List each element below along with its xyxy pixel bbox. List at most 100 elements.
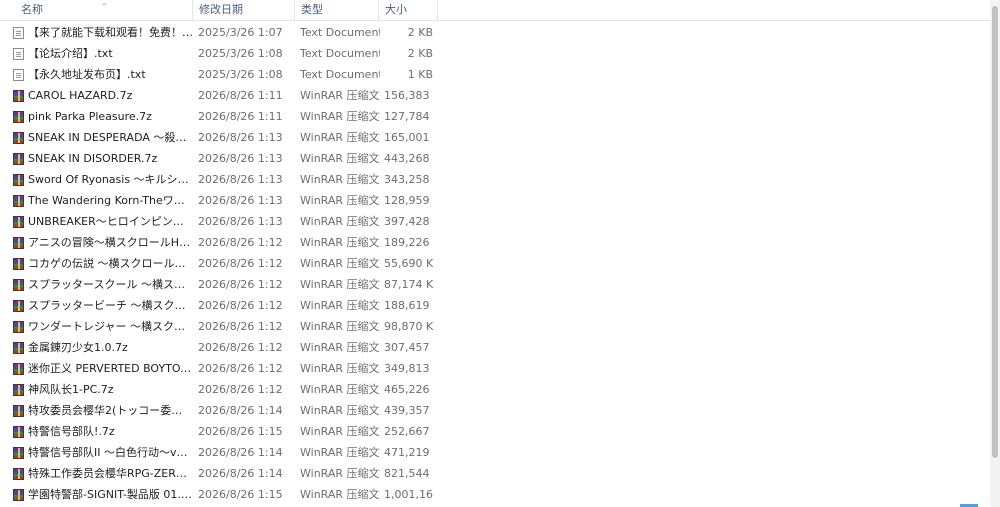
file-type: WinRAR 压缩文件 xyxy=(300,215,380,228)
file-name-cell[interactable]: 【来了就能下载和观看！免费！】.txt xyxy=(13,22,193,43)
file-name-cell[interactable]: 特警信号部队!.7z xyxy=(13,421,193,442)
file-row[interactable]: The Wandering Korn-Theワンダリン... 2026/8/26 … xyxy=(0,190,990,211)
file-name: 特殊工作委员会樱华RPG-ZERO.7z xyxy=(28,467,193,480)
file-size: 2 KB xyxy=(407,26,433,39)
winrar-archive-icon xyxy=(13,425,24,438)
file-name-cell[interactable]: 特攻委员会樱华2(トッコー委員会オウカ... xyxy=(13,400,193,421)
file-type: WinRAR 压缩文件 xyxy=(300,404,380,417)
file-date: 2026/8/26 1:15 xyxy=(198,488,283,501)
file-type: WinRAR 压缩文件 xyxy=(300,425,380,438)
file-row[interactable]: コカゲの伝説 ～横スクロールHアクシ... 2026/8/26 1:12 WinRA… xyxy=(0,253,990,274)
column-header-date[interactable]: 修改日期 xyxy=(193,0,295,20)
column-header-date-label: 修改日期 xyxy=(199,3,243,16)
file-size: 2 KB xyxy=(407,47,433,60)
text-file-icon xyxy=(13,68,24,81)
sort-ascending-icon: ^ xyxy=(101,2,108,11)
file-name-cell[interactable]: 迷你正义 PERVERTED BOYTOY ～タイ... xyxy=(13,358,193,379)
file-type: WinRAR 压缩文件 xyxy=(300,110,380,123)
column-header-name[interactable]: 名称 ^ xyxy=(0,0,193,20)
file-row[interactable]: スプラッタースクール ～横スクロール... 2026/8/26 1:12 WinRA… xyxy=(0,274,990,295)
file-name: UNBREAKER～ヒロインピンチベルトア... xyxy=(28,215,193,228)
file-type: WinRAR 压缩文件 xyxy=(300,173,380,186)
file-row[interactable]: 特殊工作委员会樱华RPG-ZERO.7z 2026/8/26 1:14 WinRAR… xyxy=(0,463,990,484)
column-header-name-label: 名称 xyxy=(21,3,43,16)
file-size: 1 KB xyxy=(407,68,433,81)
file-name-cell[interactable]: 特警信号部队II ～白色行动～v1.0.7.7z xyxy=(13,442,193,463)
file-date: 2026/8/26 1:13 xyxy=(198,131,283,144)
file-size: 165,001 KB xyxy=(384,131,433,144)
file-name-cell[interactable]: 【论坛介绍】.txt xyxy=(13,43,193,64)
scrollbar-thumb[interactable] xyxy=(992,6,998,458)
file-row[interactable]: 特攻委员会樱华2(トッコー委員会オウカ... 2026/8/26 1:14 WinR… xyxy=(0,400,990,421)
file-name-cell[interactable]: SNEAK IN DESPERADA ～殺し屋少女... xyxy=(13,127,193,148)
file-size: 87,174 KB xyxy=(384,278,433,291)
file-row[interactable]: 迷你正义 PERVERTED BOYTOY ～タイ... 2026/8/26 1:… xyxy=(0,358,990,379)
file-size: 465,226 KB xyxy=(384,383,433,396)
winrar-archive-icon xyxy=(13,467,24,480)
file-name: SNEAK IN DESPERADA ～殺し屋少女... xyxy=(28,131,193,144)
file-name-cell[interactable]: ワンダートレジャー ～横スクロールエ... xyxy=(13,316,193,337)
file-name-cell[interactable]: 特殊工作委员会樱华RPG-ZERO.7z xyxy=(13,463,193,484)
file-name-cell[interactable]: 学園特警部-SIGNIT-製品版 01.3.7z xyxy=(13,484,193,505)
file-size: 128,959 KB xyxy=(384,194,433,207)
file-row[interactable]: スプラッタービーチ ～横スクロールエ... 2026/8/26 1:12 WinRA… xyxy=(0,295,990,316)
file-date: 2025/3/26 1:08 xyxy=(198,68,283,81)
file-name-cell[interactable]: コカゲの伝説 ～横スクロールHアクシ... xyxy=(13,253,193,274)
file-row[interactable]: 【论坛介绍】.txt 2025/3/26 1:08 Text Document 2 K… xyxy=(0,43,990,64)
file-row[interactable]: 学園特警部-SIGNIT-製品版 01.3.7z 2026/8/26 1:15 Wi… xyxy=(0,484,990,505)
file-row[interactable]: 【永久地址发布页】.txt 2025/3/26 1:08 Text Document… xyxy=(0,64,990,85)
file-row[interactable]: SNEAK IN DESPERADA ～殺し屋少女... 2026/8/26 1:… xyxy=(0,127,990,148)
file-row[interactable]: pink Parka Pleasure.7z 2026/8/26 1:11 WinR… xyxy=(0,106,990,127)
column-header-type[interactable]: 类型 xyxy=(295,0,379,20)
file-type: WinRAR 压缩文件 xyxy=(300,131,380,144)
file-name-cell[interactable]: The Wandering Korn-Theワンダリン... xyxy=(13,190,193,211)
file-name-cell[interactable]: Sword Of Ryonasis ～キルシュと淫獄... xyxy=(13,169,193,190)
file-row[interactable]: CAROL HAZARD.7z 2026/8/26 1:11 WinRAR 压缩文件… xyxy=(0,85,990,106)
file-name-cell[interactable]: スプラッタースクール ～横スクロール... xyxy=(13,274,193,295)
file-date: 2026/8/26 1:15 xyxy=(198,425,283,438)
file-name-cell[interactable]: スプラッタービーチ ～横スクロールエ... xyxy=(13,295,193,316)
file-name-cell[interactable]: アニスの冒険～横スクロールHアクショ... xyxy=(13,232,193,253)
file-name: スプラッタースクール ～横スクロール... xyxy=(28,278,193,291)
file-row[interactable]: 特警信号部队!.7z 2026/8/26 1:15 WinRAR 压缩文件 252,6… xyxy=(0,421,990,442)
column-header-size[interactable]: 大小 xyxy=(379,0,438,20)
file-type: Text Document xyxy=(300,47,380,60)
file-date: 2026/8/26 1:12 xyxy=(198,236,283,249)
file-row[interactable]: SNEAK IN DISORDER.7z 2026/8/26 1:13 WinRAR… xyxy=(0,148,990,169)
file-name-cell[interactable]: 【永久地址发布页】.txt xyxy=(13,64,193,85)
vertical-scrollbar[interactable] xyxy=(990,0,1000,507)
file-row[interactable]: ワンダートレジャー ～横スクロールエ... 2026/8/26 1:12 WinRA… xyxy=(0,316,990,337)
file-row[interactable]: アニスの冒険～横スクロールHアクショ... 2026/8/26 1:12 WinRA… xyxy=(0,232,990,253)
file-row[interactable]: UNBREAKER～ヒロインピンチベルトア... 2026/8/26 1:13 Wi… xyxy=(0,211,990,232)
file-name: アニスの冒険～横スクロールHアクショ... xyxy=(28,236,193,249)
winrar-archive-icon xyxy=(13,257,24,270)
file-name: 特警信号部队II ～白色行动～v1.0.7.7z xyxy=(28,446,193,459)
file-name: CAROL HAZARD.7z xyxy=(28,89,133,102)
file-size: 307,457 KB xyxy=(384,341,433,354)
winrar-archive-icon xyxy=(13,152,24,165)
file-name: スプラッタービーチ ～横スクロールエ... xyxy=(28,299,193,312)
file-type: WinRAR 压缩文件 xyxy=(300,467,380,480)
file-row[interactable]: 特警信号部队II ～白色行动～v1.0.7.7z 2026/8/26 1:14 Wi… xyxy=(0,442,990,463)
winrar-archive-icon xyxy=(13,278,24,291)
file-type: WinRAR 压缩文件 xyxy=(300,362,380,375)
file-name-cell[interactable]: SNEAK IN DISORDER.7z xyxy=(13,148,193,169)
file-name-cell[interactable]: CAROL HAZARD.7z xyxy=(13,85,193,106)
file-name: コカゲの伝説 ～横スクロールHアクシ... xyxy=(28,257,193,270)
file-date: 2026/8/26 1:13 xyxy=(198,194,283,207)
file-row[interactable]: 【来了就能下载和观看！免费！】.txt 2025/3/26 1:07 Text Do… xyxy=(0,22,990,43)
file-row[interactable]: Sword Of Ryonasis ～キルシュと淫獄... 2026/8/26 1… xyxy=(0,169,990,190)
file-size: 1,001,167... xyxy=(384,488,433,501)
file-row[interactable]: 神风队长1-PC.7z 2026/8/26 1:12 WinRAR 压缩文件 465,… xyxy=(0,379,990,400)
file-name-cell[interactable]: 金属錬刃少女1.0.7z xyxy=(13,337,193,358)
file-date: 2026/8/26 1:12 xyxy=(198,341,283,354)
file-name: 特警信号部队!.7z xyxy=(28,425,115,438)
file-name-cell[interactable]: UNBREAKER～ヒロインピンチベルトア... xyxy=(13,211,193,232)
file-row[interactable]: 金属錬刃少女1.0.7z 2026/8/26 1:12 WinRAR 压缩文件 307… xyxy=(0,337,990,358)
file-name-cell[interactable]: pink Parka Pleasure.7z xyxy=(13,106,193,127)
winrar-archive-icon xyxy=(13,299,24,312)
file-type: WinRAR 压缩文件 xyxy=(300,341,380,354)
file-name-cell[interactable]: 神风队长1-PC.7z xyxy=(13,379,193,400)
file-name: SNEAK IN DISORDER.7z xyxy=(28,152,158,165)
file-name: 【论坛介绍】.txt xyxy=(28,47,113,60)
